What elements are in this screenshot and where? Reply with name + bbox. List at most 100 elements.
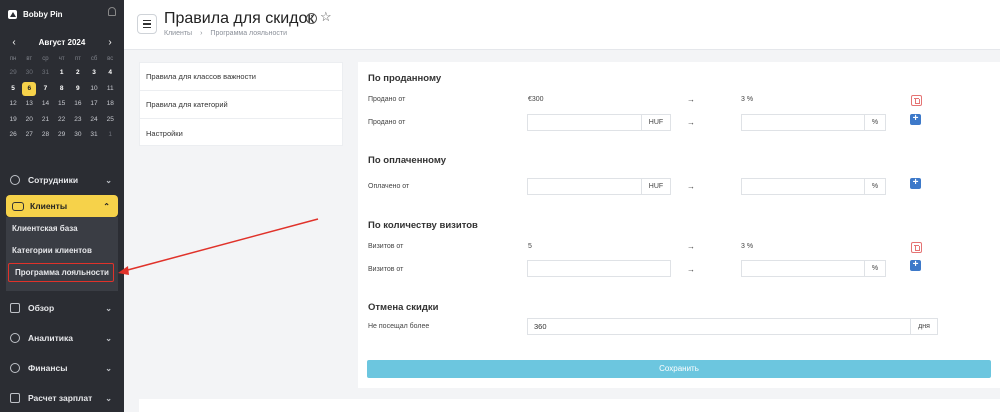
menu-icon-line	[143, 26, 151, 29]
calendar-day[interactable]: 13	[21, 96, 37, 112]
calendar-day[interactable]: 15	[54, 96, 70, 112]
chevron-down-icon: ⌄	[105, 363, 112, 373]
calendar-day[interactable]: 1	[54, 65, 70, 81]
calendar-day[interactable]: 28	[37, 127, 53, 143]
add-rule-button[interactable]: +	[910, 178, 921, 189]
calendar-prev-button[interactable]: ‹	[8, 37, 20, 48]
clients-submenu: Клиентская база Категории клиентов Прогр…	[6, 217, 118, 291]
chevron-down-icon: ⌄	[105, 393, 112, 403]
calendar-day-label: 6	[22, 81, 37, 96]
calendar-grid: пн вт ср чт пт сб вс 29 30 31 1 2 3 4 5 6 7 8 9 10 11 12 13 14 1…	[5, 53, 119, 143]
sidebar-item-analytics[interactable]: Аналитика ⌄	[0, 323, 124, 353]
menu-toggle-button[interactable]	[137, 14, 157, 34]
grid-icon	[10, 303, 20, 313]
row-label: Продано от	[368, 119, 406, 126]
people-icon	[12, 201, 24, 211]
calendar-weekday: чт	[58, 56, 65, 62]
calendar-day[interactable]: 20	[21, 112, 37, 128]
calendar-day[interactable]: 1	[102, 127, 118, 143]
sidebar: Bobby Pin ‹ Август 2024 › пн вт ср чт пт сб вс…	[0, 0, 124, 412]
sidebar-item-clients[interactable]: Клиенты ⌃	[6, 195, 118, 217]
calendar-day[interactable]: 12	[5, 96, 21, 112]
calendar-day[interactable]: 23	[70, 112, 86, 128]
section-title-paid: По оплаченному	[368, 155, 447, 166]
calendar-next-button[interactable]: ›	[104, 37, 116, 48]
percent-addon: %	[864, 178, 886, 195]
calendar-day[interactable]: 2	[70, 65, 86, 81]
sold-percent-input[interactable]	[741, 114, 865, 131]
info-icon[interactable]: i	[306, 13, 317, 24]
calendar-day[interactable]: 26	[5, 127, 21, 143]
calendar-day[interactable]: 3	[86, 65, 102, 81]
discount-rules-card: По проданному Продано от €300 → 3 % Прод…	[358, 62, 1000, 388]
percent-addon: %	[864, 114, 886, 131]
calendar-day[interactable]: 19	[5, 112, 21, 128]
calendar-day[interactable]: 22	[54, 112, 70, 128]
sidebar-item-label: Сотрудники	[28, 175, 79, 185]
submenu-item-client-categories[interactable]: Категории клиентов	[6, 239, 118, 261]
breadcrumb-separator: ›	[200, 30, 203, 37]
annotation-line	[123, 218, 319, 272]
row-label: Не посещал более	[368, 323, 430, 330]
calendar-day[interactable]: 21	[37, 112, 53, 128]
calendar-day[interactable]: 29	[5, 65, 21, 81]
row-label: Визитов от	[368, 243, 404, 250]
calendar-day[interactable]: 30	[70, 127, 86, 143]
calendar-weekday: ср	[42, 56, 49, 62]
calendar-day-today[interactable]: 6	[21, 81, 37, 97]
calendar-day[interactable]: 29	[54, 127, 70, 143]
brand[interactable]: Bobby Pin	[8, 7, 118, 21]
calendar-day[interactable]: 8	[54, 81, 70, 97]
delete-rule-button[interactable]	[911, 95, 922, 106]
sidebar-item-label: Клиенты	[30, 201, 68, 211]
tab-categories[interactable]: Правила для категорий	[140, 91, 342, 119]
bell-icon[interactable]	[108, 7, 116, 16]
sidebar-item-payroll[interactable]: Расчет зарплат ⌄	[0, 383, 124, 412]
breadcrumb-item-loyalty[interactable]: Программа лояльности	[210, 30, 287, 37]
sidebar-item-overview[interactable]: Обзор ⌄	[0, 293, 124, 323]
sold-discount-value: 3 %	[741, 96, 754, 103]
calendar-day[interactable]: 31	[86, 127, 102, 143]
tab-settings[interactable]: Настройки	[140, 119, 342, 147]
breadcrumb-item-clients[interactable]: Клиенты	[164, 30, 192, 37]
calendar-day[interactable]: 30	[21, 65, 37, 81]
sidebar-item-finance[interactable]: Финансы ⌄	[0, 353, 124, 383]
menu-icon-line	[143, 19, 151, 22]
calendar-day[interactable]: 25	[102, 112, 118, 128]
cancel-days-input[interactable]: 360	[527, 318, 911, 335]
paid-percent-input[interactable]	[741, 178, 865, 195]
calendar-day[interactable]: 18	[102, 96, 118, 112]
arrow-icon: →	[687, 182, 695, 191]
calendar-day[interactable]: 16	[70, 96, 86, 112]
paid-amount-input[interactable]	[527, 178, 642, 195]
submenu-item-client-base[interactable]: Клиентская база	[6, 217, 118, 239]
calendar-day[interactable]: 11	[102, 81, 118, 97]
visits-count-input[interactable]	[527, 260, 671, 277]
delete-rule-button[interactable]	[911, 242, 922, 253]
calendar-day[interactable]: 17	[86, 96, 102, 112]
menu-icon-line	[143, 23, 151, 25]
sold-threshold-value: €300	[528, 96, 544, 103]
calendar-day[interactable]: 7	[37, 81, 53, 97]
submenu-item-loyalty-program[interactable]: Программа лояльности	[8, 263, 114, 282]
calendar-day[interactable]: 10	[86, 81, 102, 97]
arrow-icon: →	[687, 95, 695, 104]
add-rule-button[interactable]: +	[910, 260, 921, 271]
row-label: Визитов от	[368, 266, 404, 273]
chevron-down-icon: ⌄	[105, 333, 112, 343]
sold-amount-input[interactable]	[527, 114, 642, 131]
visits-percent-input[interactable]	[741, 260, 865, 277]
calendar-day[interactable]: 9	[70, 81, 86, 97]
calendar-day[interactable]: 14	[37, 96, 53, 112]
calendar-day[interactable]: 27	[21, 127, 37, 143]
calendar-day[interactable]: 24	[86, 112, 102, 128]
sidebar-item-staff[interactable]: Сотрудники ⌄	[0, 165, 124, 195]
calendar-weekday: вт	[26, 56, 33, 62]
star-icon[interactable]: ☆	[320, 9, 332, 25]
tab-importance-classes[interactable]: Правила для классов важности	[140, 63, 342, 91]
calendar-day[interactable]: 4	[102, 65, 118, 81]
calendar-day[interactable]: 5	[5, 81, 21, 97]
save-button[interactable]: Сохранить	[367, 360, 991, 378]
add-rule-button[interactable]: +	[910, 114, 921, 125]
calendar-day[interactable]: 31	[37, 65, 53, 81]
